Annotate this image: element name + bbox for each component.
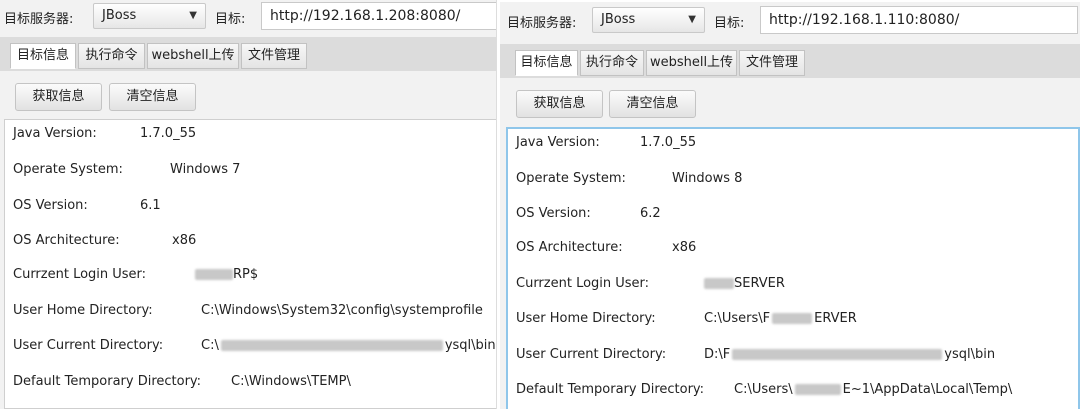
user-home-value: C:\Windows\System32\config\systemprofile <box>201 303 483 318</box>
tab-webshell-upload[interactable]: webshell上传 <box>646 50 737 76</box>
top-bar: 目标服务器: JBoss ▼ 目标: http://192.168.1.208:… <box>0 0 496 34</box>
java-version-label: Java Version: <box>13 126 97 141</box>
temp-dir-label: Default Temporary Directory: <box>516 382 705 397</box>
temp-dir-prefix: C:\Users\ <box>734 382 793 397</box>
redacted-blur <box>794 384 841 395</box>
redacted-blur <box>220 340 443 351</box>
get-info-button[interactable]: 获取信息 <box>516 90 603 118</box>
redacted-blur <box>732 349 943 360</box>
server-select[interactable]: JBoss ▼ <box>93 3 206 29</box>
redacted-blur <box>772 313 813 324</box>
user-home-prefix: C:\Users\F <box>704 311 771 326</box>
info-output-area: Java Version: 1.7.0_55 Operate System: W… <box>506 127 1080 409</box>
user-home-value: C:\Users\F ERVER <box>704 311 857 326</box>
os-architecture-value: x86 <box>172 233 197 248</box>
user-current-suffix: ysql\bin <box>944 347 996 362</box>
target-url-input[interactable]: http://192.168.1.110:8080/ <box>760 6 1078 34</box>
left-panel: 目标服务器: JBoss ▼ 目标: http://192.168.1.208:… <box>0 0 497 409</box>
clear-info-button[interactable]: 清空信息 <box>109 83 196 111</box>
user-home-label: User Home Directory: <box>516 311 656 326</box>
java-version-label: Java Version: <box>516 135 600 150</box>
clear-info-button[interactable]: 清空信息 <box>609 90 696 118</box>
user-current-label: User Current Directory: <box>516 347 667 362</box>
os-version-value: 6.1 <box>140 198 161 213</box>
operate-system-value: Windows 8 <box>672 171 743 186</box>
user-current-label: User Current Directory: <box>13 338 164 353</box>
tab-execute-command[interactable]: 执行命令 <box>580 50 644 76</box>
redacted-blur <box>195 269 233 280</box>
tab-webshell-upload[interactable]: webshell上传 <box>147 43 239 69</box>
redacted-blur <box>704 278 734 289</box>
user-current-value: C:\ ysql\bin <box>201 338 496 353</box>
target-label: 目标: <box>215 12 246 27</box>
get-info-button[interactable]: 获取信息 <box>15 83 102 111</box>
os-architecture-label: OS Architecture: <box>13 233 120 248</box>
user-home-suffix: ERVER <box>814 311 857 326</box>
os-version-label: OS Version: <box>516 206 591 221</box>
operate-system-label: Operate System: <box>13 162 123 177</box>
temp-dir-label: Default Temporary Directory: <box>13 374 202 389</box>
user-current-value: D:\F ysql\bin <box>704 347 995 362</box>
temp-dir-value: C:\Windows\TEMP\ <box>231 374 351 389</box>
os-architecture-value: x86 <box>672 240 697 255</box>
temp-dir-value: C:\Users\ E~1\AppData\Local\Temp\ <box>734 382 1012 397</box>
user-current-prefix: C:\ <box>201 338 219 353</box>
tab-file-manager[interactable]: 文件管理 <box>241 43 307 69</box>
login-user-label: Currzent Login User: <box>13 267 147 282</box>
target-url-input[interactable]: http://192.168.1.208:8080/ <box>261 2 496 30</box>
operate-system-value: Windows 7 <box>170 162 241 177</box>
user-current-prefix: D:\F <box>704 347 731 362</box>
top-bar: 目标服务器: JBoss ▼ 目标: http://192.168.1.110:… <box>500 2 1080 36</box>
os-architecture-label: OS Architecture: <box>516 240 623 255</box>
login-user-visible: SERVER <box>734 276 785 291</box>
server-label: 目标服务器: <box>4 12 74 27</box>
user-current-suffix: ysql\bin <box>444 338 496 353</box>
temp-dir-suffix: E~1\AppData\Local\Temp\ <box>842 382 1013 397</box>
java-version-value: 1.7.0_55 <box>640 135 697 150</box>
tab-bar: 目标信息 执行命令 webshell上传 文件管理 <box>500 44 1080 78</box>
user-home-label: User Home Directory: <box>13 303 153 318</box>
server-label: 目标服务器: <box>507 16 577 31</box>
right-panel: 目标服务器: JBoss ▼ 目标: http://192.168.1.110:… <box>500 2 1080 409</box>
login-user-visible: RP$ <box>233 267 259 282</box>
tab-target-info[interactable]: 目标信息 <box>515 50 578 76</box>
server-select[interactable]: JBoss ▼ <box>592 7 705 33</box>
tab-target-info[interactable]: 目标信息 <box>10 43 76 69</box>
login-user-value: RP$ <box>195 267 258 282</box>
login-user-label: Currzent Login User: <box>516 276 650 291</box>
tab-bar: 目标信息 执行命令 webshell上传 文件管理 <box>0 37 496 71</box>
os-version-value: 6.2 <box>640 206 661 221</box>
server-select-value: JBoss <box>601 12 636 27</box>
java-version-value: 1.7.0_55 <box>140 126 197 141</box>
operate-system-label: Operate System: <box>516 171 626 186</box>
tab-file-manager[interactable]: 文件管理 <box>739 50 805 76</box>
tab-execute-command[interactable]: 执行命令 <box>78 43 145 69</box>
chevron-down-icon: ▼ <box>189 10 197 21</box>
server-select-value: JBoss <box>102 8 137 23</box>
os-version-label: OS Version: <box>13 198 88 213</box>
target-label: 目标: <box>714 16 745 31</box>
chevron-down-icon: ▼ <box>688 14 696 25</box>
login-user-value: SERVER <box>704 276 785 291</box>
info-output-area: Java Version: 1.7.0_55 Operate System: W… <box>4 119 496 409</box>
